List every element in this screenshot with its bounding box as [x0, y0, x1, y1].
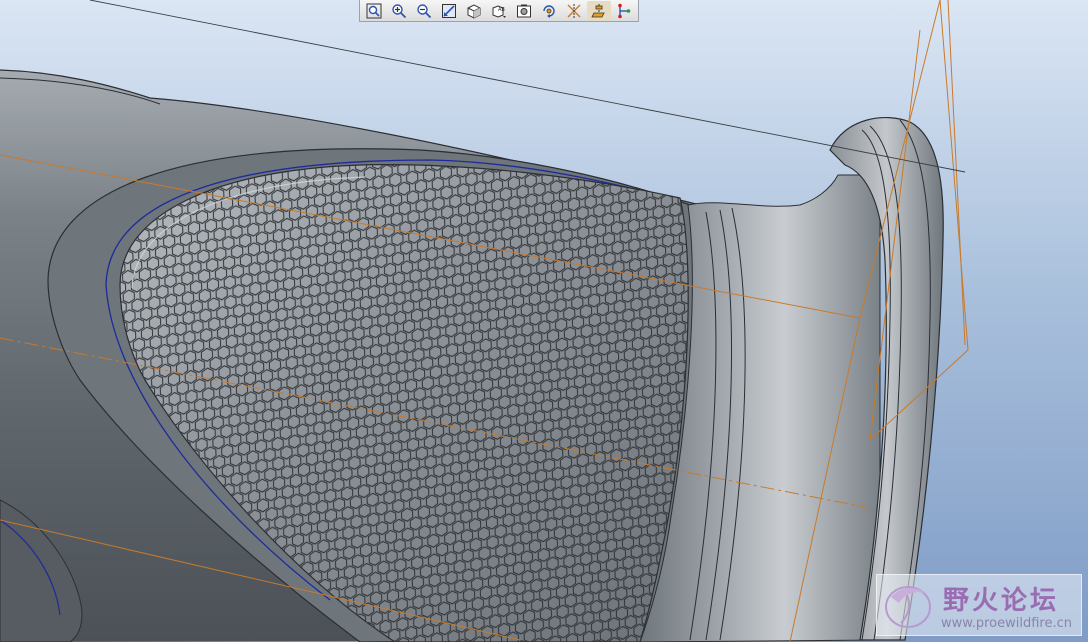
saved-views-icon: AB [492, 4, 506, 18]
3d-model-viewport[interactable] [0, 0, 1088, 642]
watermark: 野火论坛 www.proewildfire.cn [876, 574, 1082, 636]
spin-center-button[interactable] [537, 1, 561, 21]
datum-planes-icon [567, 3, 581, 18]
zoom-fit-button[interactable] [362, 1, 386, 21]
datum-planes-button[interactable] [562, 1, 586, 21]
saved-views-button[interactable]: AB [487, 1, 511, 21]
repaint-button[interactable] [437, 1, 461, 21]
display-style-button[interactable] [462, 1, 486, 21]
forum-logo [885, 586, 931, 628]
spin-center-icon [543, 4, 555, 18]
zoom-in-icon [392, 3, 407, 18]
watermark-title: 野火论坛 [943, 586, 1060, 616]
datum-points-button[interactable] [612, 1, 636, 21]
zoom-fit-icon [366, 3, 382, 18]
datum-axes-icon [591, 3, 605, 17]
datum-axes-button[interactable] [587, 0, 611, 21]
shaded-cube-icon [467, 3, 481, 19]
datum-points-icon [618, 3, 631, 18]
watermark-url: www.proewildfire.cn [941, 616, 1072, 631]
zoom-in-button[interactable] [387, 1, 411, 21]
repaint-icon [442, 3, 456, 18]
view-manager-icon [517, 4, 531, 17]
zoom-out-icon [417, 3, 432, 18]
zoom-out-button[interactable] [412, 1, 436, 21]
view-manager-button[interactable] [512, 1, 536, 21]
view-toolbar: AB [359, 0, 639, 22]
svg-text:AB: AB [498, 7, 505, 13]
